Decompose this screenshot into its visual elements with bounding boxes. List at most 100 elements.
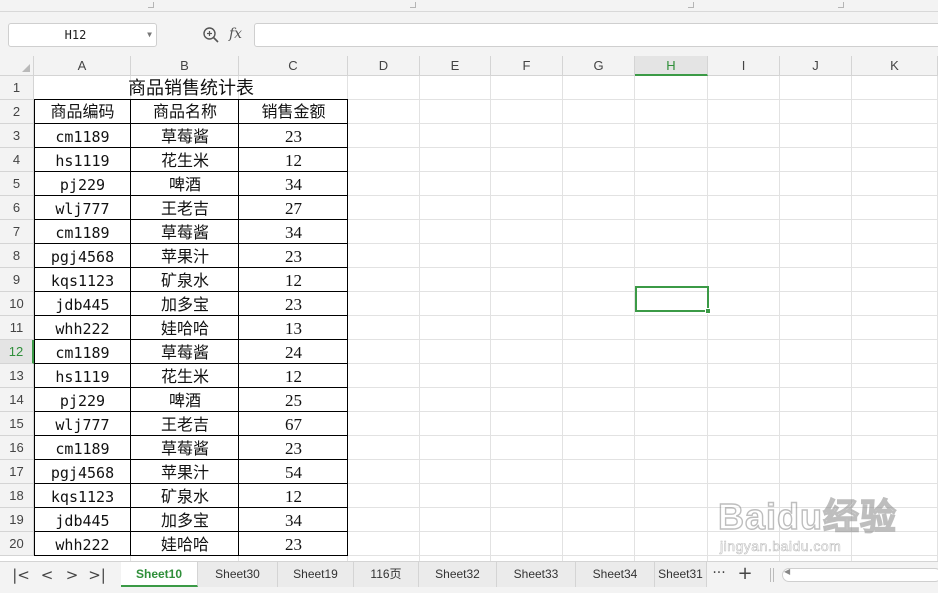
product-name-cell[interactable]: 草莓酱 — [131, 341, 239, 365]
row-header-6[interactable]: 6 — [0, 196, 34, 220]
sales-amount-cell[interactable]: 34 — [239, 173, 348, 197]
column-header-i[interactable]: I — [708, 56, 780, 76]
column-header-d[interactable]: D — [348, 56, 420, 76]
zoom-icon[interactable] — [202, 26, 220, 44]
table-header-cell[interactable]: 商品名称 — [131, 100, 239, 124]
product-name-cell[interactable]: 加多宝 — [131, 509, 239, 533]
sales-amount-cell[interactable]: 23 — [239, 533, 348, 557]
product-code-cell[interactable]: hs1119 — [34, 365, 131, 389]
row-header-1[interactable]: 1 — [0, 76, 34, 100]
row-header-5[interactable]: 5 — [0, 172, 34, 196]
row-header-12[interactable]: 12 — [0, 340, 34, 364]
scroll-left-icon[interactable]: ◀ — [784, 567, 790, 576]
row-header-16[interactable]: 16 — [0, 436, 34, 460]
active-cell-selection[interactable] — [635, 286, 711, 314]
product-code-cell[interactable]: kqs1123 — [34, 485, 131, 509]
row-header-7[interactable]: 7 — [0, 220, 34, 244]
prev-sheet-icon[interactable]: < — [36, 565, 58, 585]
fx-icon[interactable]: fx — [229, 24, 242, 44]
sheet-tab-5[interactable]: Sheet32 — [419, 562, 497, 587]
row-header-11[interactable]: 11 — [0, 316, 34, 340]
column-header-a[interactable]: A — [34, 56, 131, 76]
product-name-cell[interactable]: 苹果汁 — [131, 245, 239, 269]
sales-amount-cell[interactable]: 23 — [239, 437, 348, 461]
product-code-cell[interactable]: whh222 — [34, 317, 131, 341]
product-code-cell[interactable]: pgj4568 — [34, 245, 131, 269]
product-code-cell[interactable]: jdb445 — [34, 293, 131, 317]
row-header-2[interactable]: 2 — [0, 100, 34, 124]
product-code-cell[interactable]: whh222 — [34, 533, 131, 557]
sales-amount-cell[interactable]: 23 — [239, 125, 348, 149]
product-name-cell[interactable]: 娃哈哈 — [131, 533, 239, 557]
product-name-cell[interactable]: 矿泉水 — [131, 269, 239, 293]
group-launcher-icon[interactable] — [148, 2, 154, 8]
product-name-cell[interactable]: 花生米 — [131, 149, 239, 173]
product-name-cell[interactable]: 娃哈哈 — [131, 317, 239, 341]
sales-amount-cell[interactable]: 12 — [239, 269, 348, 293]
sales-amount-cell[interactable]: 13 — [239, 317, 348, 341]
column-header-e[interactable]: E — [420, 56, 491, 76]
sales-amount-cell[interactable]: 34 — [239, 221, 348, 245]
row-header-17[interactable]: 17 — [0, 460, 34, 484]
row-header-4[interactable]: 4 — [0, 148, 34, 172]
group-launcher-icon[interactable] — [838, 2, 844, 8]
product-code-cell[interactable]: cm1189 — [34, 221, 131, 245]
column-header-k[interactable]: K — [852, 56, 938, 76]
sheet-tab-8[interactable]: Sheet31 — [655, 562, 707, 587]
scroll-splitter[interactable] — [770, 568, 774, 582]
row-header-18[interactable]: 18 — [0, 484, 34, 508]
chevron-down-icon[interactable]: ▼ — [147, 24, 152, 46]
table-header-cell[interactable]: 商品编码 — [34, 100, 131, 124]
column-header-g[interactable]: G — [563, 56, 635, 76]
product-name-cell[interactable]: 啤酒 — [131, 173, 239, 197]
product-name-cell[interactable]: 王老吉 — [131, 413, 239, 437]
sheet-tab-1[interactable]: Sheet10 — [121, 562, 198, 587]
sales-amount-cell[interactable]: 54 — [239, 461, 348, 485]
sheet-tab-2[interactable]: Sheet30 — [198, 562, 278, 587]
sales-amount-cell[interactable]: 12 — [239, 149, 348, 173]
product-name-cell[interactable]: 苹果汁 — [131, 461, 239, 485]
row-header-8[interactable]: 8 — [0, 244, 34, 268]
product-name-cell[interactable]: 矿泉水 — [131, 485, 239, 509]
first-sheet-icon[interactable]: |< — [10, 565, 32, 585]
product-code-cell[interactable]: kqs1123 — [34, 269, 131, 293]
product-name-cell[interactable]: 草莓酱 — [131, 221, 239, 245]
row-header-3[interactable]: 3 — [0, 124, 34, 148]
sheet-tab-7[interactable]: Sheet34 — [576, 562, 655, 587]
column-header-f[interactable]: F — [491, 56, 563, 76]
product-code-cell[interactable]: hs1119 — [34, 149, 131, 173]
select-all-corner[interactable] — [0, 56, 34, 76]
sales-amount-cell[interactable]: 25 — [239, 389, 348, 413]
row-header-9[interactable]: 9 — [0, 268, 34, 292]
product-name-cell[interactable]: 王老吉 — [131, 197, 239, 221]
formula-input[interactable] — [254, 23, 938, 47]
row-header-10[interactable]: 10 — [0, 292, 34, 316]
product-code-cell[interactable]: pj229 — [34, 389, 131, 413]
add-sheet-icon[interactable]: + — [736, 564, 754, 584]
product-code-cell[interactable]: cm1189 — [34, 125, 131, 149]
column-header-c[interactable]: C — [239, 56, 348, 76]
last-sheet-icon[interactable]: >| — [86, 565, 108, 585]
group-launcher-icon[interactable] — [688, 2, 694, 8]
sheet-tab-4[interactable]: 116页 — [354, 562, 419, 587]
product-name-cell[interactable]: 啤酒 — [131, 389, 239, 413]
product-code-cell[interactable]: wlj777 — [34, 197, 131, 221]
row-header-13[interactable]: 13 — [0, 364, 34, 388]
product-code-cell[interactable]: cm1189 — [34, 341, 131, 365]
table-header-cell[interactable]: 销售金额 — [239, 100, 348, 124]
sales-amount-cell[interactable]: 34 — [239, 509, 348, 533]
sheet-tab-3[interactable]: Sheet19 — [278, 562, 354, 587]
product-name-cell[interactable]: 花生米 — [131, 365, 239, 389]
product-code-cell[interactable]: jdb445 — [34, 509, 131, 533]
fill-handle[interactable] — [705, 308, 711, 314]
group-launcher-icon[interactable] — [410, 2, 416, 8]
product-code-cell[interactable]: pj229 — [34, 173, 131, 197]
column-header-j[interactable]: J — [780, 56, 852, 76]
sales-amount-cell[interactable]: 27 — [239, 197, 348, 221]
product-name-cell[interactable]: 加多宝 — [131, 293, 239, 317]
name-box[interactable]: H12 ▼ — [8, 23, 157, 47]
row-header-20[interactable]: 20 — [0, 532, 34, 556]
sales-amount-cell[interactable]: 12 — [239, 485, 348, 509]
product-name-cell[interactable]: 草莓酱 — [131, 437, 239, 461]
sales-amount-cell[interactable]: 23 — [239, 293, 348, 317]
